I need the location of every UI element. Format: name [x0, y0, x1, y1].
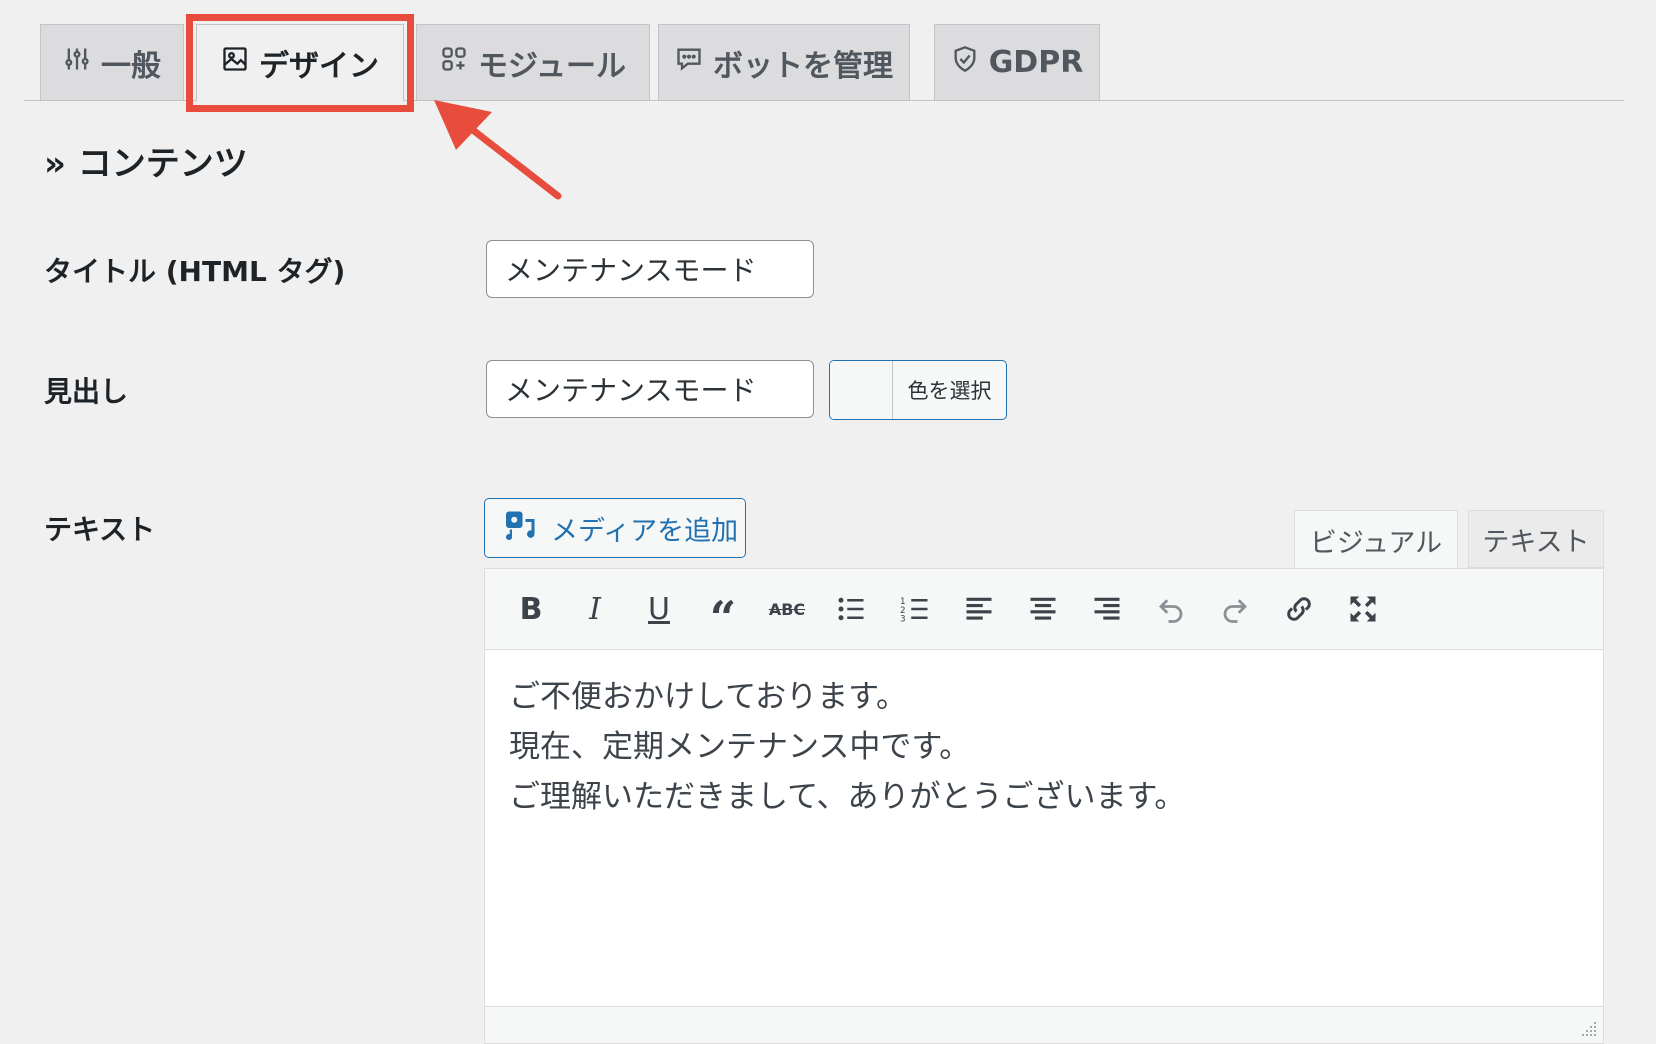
modules-icon — [440, 45, 468, 81]
section-title: » コンテンツ — [44, 144, 248, 184]
numbered-list-icon[interactable]: 123 — [883, 577, 947, 641]
fullscreen-icon[interactable] — [1331, 577, 1395, 641]
tab-modules[interactable]: モジュール — [416, 24, 650, 100]
shield-icon — [951, 45, 979, 81]
align-right-icon[interactable] — [1075, 577, 1139, 641]
editor-content[interactable]: ご不便おかけしております。 現在、定期メンテナンス中です。 ご理解いただきまして… — [485, 650, 1603, 844]
redo-icon[interactable] — [1203, 577, 1267, 641]
media-icon — [503, 507, 539, 550]
strikethrough-icon[interactable]: ABC — [755, 577, 819, 641]
chat-icon — [675, 45, 703, 81]
add-media-button[interactable]: メディアを追加 — [484, 498, 746, 558]
link-icon[interactable] — [1267, 577, 1331, 641]
tab-manage-bots[interactable]: ボットを管理 — [658, 24, 910, 100]
tab-visual[interactable]: ビジュアル — [1294, 510, 1458, 569]
tab-label: 一般 — [101, 48, 161, 84]
rich-text-editor: B I U “ ABC 123 ご不便おかけしております。 現在、定期メンテナン… — [484, 568, 1604, 1044]
tab-label: ボットを管理 — [713, 48, 893, 84]
color-swatch — [830, 361, 893, 419]
bold-icon[interactable]: B — [499, 577, 563, 641]
italic-icon[interactable]: I — [563, 577, 627, 641]
sliders-icon — [63, 45, 91, 81]
heading-input[interactable]: メンテナンスモード — [486, 360, 814, 418]
editor-line: ご不便おかけしております。 — [509, 679, 908, 715]
resize-handle-icon[interactable] — [1581, 1021, 1597, 1037]
annotation-arrow — [434, 100, 562, 200]
title-input[interactable]: メンテナンスモード — [486, 240, 814, 298]
editor-statusbar — [485, 1006, 1603, 1043]
svg-text:3: 3 — [900, 615, 906, 625]
title-label: タイトル (HTML タグ) — [44, 255, 346, 288]
blockquote-icon[interactable]: “ — [691, 568, 755, 650]
align-center-icon[interactable] — [1011, 577, 1075, 641]
bullet-list-icon[interactable] — [819, 577, 883, 641]
underline-icon[interactable]: U — [627, 577, 691, 641]
text-label: テキスト — [44, 513, 156, 546]
undo-icon[interactable] — [1139, 577, 1203, 641]
tab-label: GDPR — [988, 45, 1084, 80]
align-left-icon[interactable] — [947, 577, 1011, 641]
tab-label: モジュール — [478, 48, 626, 84]
editor-toolbar: B I U “ ABC 123 — [485, 569, 1603, 650]
color-picker-label: 色を選択 — [907, 379, 992, 403]
tab-general[interactable]: 一般 — [40, 24, 184, 100]
tab-gdpr[interactable]: GDPR — [934, 24, 1100, 100]
color-picker-button[interactable]: 色を選択 — [829, 360, 1007, 420]
tab-text[interactable]: テキスト — [1468, 510, 1604, 568]
highlight-box — [186, 14, 414, 112]
add-media-label: メディアを追加 — [551, 515, 739, 547]
heading-label: 見出し — [44, 375, 129, 408]
editor-line: ご理解いただきまして、ありがとうございます。 — [509, 779, 1186, 815]
editor-line: 現在、定期メンテナンス中です。 — [509, 729, 971, 765]
